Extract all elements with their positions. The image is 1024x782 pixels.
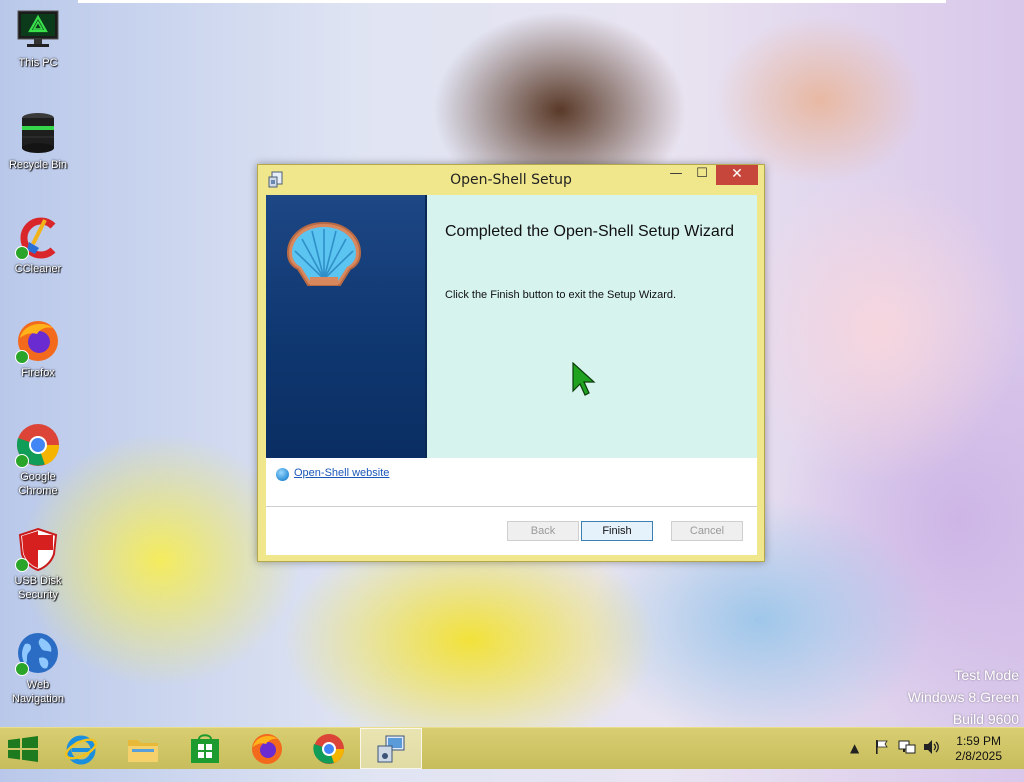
desktop-icon-ccleaner[interactable]: CCleaner [4,214,72,276]
open-shell-website-link[interactable]: Open-Shell website [294,467,389,479]
shortcut-badge-icon [15,350,29,364]
watermark-line-edition: Windows 8.Green [907,689,1019,705]
taskbar-internet-explorer[interactable] [50,728,112,769]
desktop-icon-recycle-bin[interactable]: Recycle Bin [4,110,72,172]
dialog-titlebar[interactable]: Open-Shell Setup — ☐ ✕ [258,165,764,195]
clock[interactable]: 1:59 PM 2/8/2025 [955,734,1002,764]
finish-button[interactable]: Finish [581,521,653,541]
show-hidden-icons-button[interactable]: ▲ [850,741,859,782]
taskbar: ▲ 1:59 PM 2/8/2025 [0,727,1024,769]
desktop-icon-usb-disk-security[interactable]: USB Disk Security [4,526,72,602]
minimize-button[interactable]: — [663,165,689,185]
clock-date: 2/8/2025 [955,749,1002,763]
network-icon [898,740,916,754]
recycle-bin-icon [15,110,61,156]
wizard-banner [266,195,427,458]
maximize-icon: ☐ [696,166,708,181]
desktop-icon-label: USB Disk Security [14,575,62,601]
store-icon [191,733,219,763]
desktop-icon-firefox[interactable]: Firefox [4,318,72,380]
close-button[interactable]: ✕ [716,165,758,185]
button-area-divider [266,506,757,507]
maximize-button[interactable]: ☐ [689,165,715,185]
volume-button[interactable] [922,739,940,780]
taskbar-setup-window[interactable] [360,728,422,769]
desktop-icon-google-chrome[interactable]: Google Chrome [4,422,72,498]
mouse-cursor-icon [572,362,596,396]
action-center-button[interactable] [874,739,890,780]
wizard-content: Completed the Open-Shell Setup Wizard Cl… [427,195,757,458]
wizard-heading: Completed the Open-Shell Setup Wizard [445,223,735,240]
test-mode-watermark: Test Mode Windows 8.Green Build 9600 [908,664,1019,730]
globe-icon [276,468,289,481]
back-button[interactable]: Back [507,521,579,541]
usb-disk-security-icon [15,526,61,572]
flag-icon [876,740,888,754]
shortcut-badge-icon [15,558,29,572]
close-icon: ✕ [731,166,743,182]
desktop-icon-label: Recycle Bin [8,159,68,171]
desktop-icon-label: Google Chrome [18,471,58,497]
desktop-icon-label: Firefox [21,367,55,379]
ccleaner-icon [15,214,61,260]
start-icon [8,735,38,762]
desktop-icon-label: This PC [18,57,58,69]
shortcut-badge-icon [15,662,29,676]
clock-time: 1:59 PM [956,734,1001,748]
taskbar-chrome[interactable] [298,728,360,769]
watermark-line-test-mode: Test Mode [954,667,1019,683]
taskbar-firefox[interactable] [236,728,298,769]
cancel-button[interactable]: Cancel [671,521,743,541]
network-button[interactable] [898,739,916,780]
desktop-icon-web-navigation[interactable]: Web Navigation [4,630,72,706]
firefox-icon [252,733,282,764]
chevron-up-icon: ▲ [850,741,860,755]
open-shell-logo-icon [286,221,362,286]
volume-icon [924,740,939,754]
taskbar-store[interactable] [174,728,236,769]
desktop-icon-label: Web Navigation [12,679,64,705]
top-edge-strip [78,0,946,3]
chrome-icon [15,422,61,468]
minimize-icon: — [669,166,683,181]
chrome-icon [313,733,344,764]
taskbar-file-explorer[interactable] [112,728,174,769]
file-explorer-icon [128,739,158,762]
this-pc-icon [15,8,61,54]
shortcut-badge-icon [15,454,29,468]
web-navigation-icon [15,630,61,676]
desktop-icon-this-pc[interactable]: This PC [4,8,72,70]
desktop-icon-label: CCleaner [14,263,62,275]
shortcut-badge-icon [15,246,29,260]
firefox-icon [15,318,61,364]
start-button[interactable] [0,728,46,769]
wizard-description: Click the Finish button to exit the Setu… [445,289,677,301]
internet-explorer-icon [65,735,97,764]
dialog-client-area: Completed the Open-Shell Setup Wizard Cl… [266,195,757,555]
setup-icon [377,735,405,762]
setup-dialog-window: Open-Shell Setup — ☐ ✕ Completed the Ope… [257,164,765,562]
